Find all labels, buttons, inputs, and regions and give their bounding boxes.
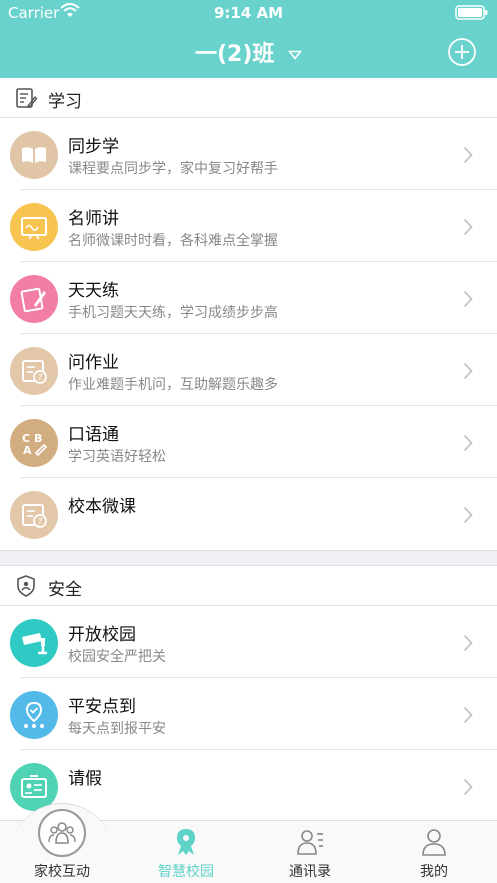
section-title: 学习 — [48, 92, 82, 112]
item-title: 校本微课 — [68, 497, 136, 517]
section-header-safety: 安全 — [0, 566, 497, 606]
item-subtitle: 校园安全严把关 — [68, 649, 166, 665]
tab-smart-campus[interactable]: 智慧校园 — [124, 821, 248, 883]
alphabet-blocks-icon: C B A — [10, 419, 58, 467]
list-item-daily-practice[interactable]: 天天练 手机习题天天练，学习成绩步步高 — [0, 262, 497, 334]
list-item-open-campus[interactable]: 开放校园 校园安全严把关 — [0, 606, 497, 678]
chevron-right-icon — [463, 506, 473, 524]
add-circle-icon[interactable] — [447, 37, 477, 67]
location-check-icon — [10, 691, 58, 739]
tab-home-school[interactable]: 家校互动 — [0, 803, 124, 883]
nav-bar: 一(2)班 — [0, 26, 497, 78]
chevron-right-icon — [463, 290, 473, 308]
campus-icon — [177, 829, 195, 855]
homework-question-icon: ? — [10, 347, 58, 395]
section-title: 安全 — [48, 580, 82, 600]
chevron-right-icon — [463, 362, 473, 380]
item-subtitle: 学习英语好轻松 — [68, 449, 166, 465]
tab-label: 智慧校园 — [158, 864, 214, 880]
shield-icon — [17, 575, 35, 597]
item-title: 平安点到 — [68, 697, 136, 717]
item-subtitle: 每天点到报平安 — [68, 721, 166, 737]
chevron-right-icon — [463, 706, 473, 724]
blackboard-icon — [10, 203, 58, 251]
contacts-icon — [297, 830, 323, 855]
tab-label: 家校互动 — [34, 864, 90, 880]
svg-text:?: ? — [38, 374, 43, 384]
safety-section: 安全 开放校园 校园安全严把关 平安点到 每天点到报平安 请假 — [0, 566, 497, 820]
list-item-oral-english[interactable]: C B A 口语通 学习英语好轻松 — [0, 406, 497, 478]
tab-mine[interactable]: 我的 — [372, 821, 496, 883]
item-title: 天天练 — [68, 281, 119, 301]
item-title: 问作业 — [68, 353, 119, 373]
svg-text:?: ? — [38, 518, 43, 528]
page-title: 一(2)班 — [194, 42, 275, 67]
item-title: 同步学 — [68, 137, 119, 157]
item-title: 请假 — [68, 769, 102, 789]
item-subtitle: 名师微课时时看，各科难点全掌握 — [68, 233, 278, 249]
content-list[interactable]: 学习 同步学 课程要点同步学，家中复习好帮手 名师讲 名师微课时时看，各科难点全… — [0, 78, 497, 820]
class-selector[interactable]: 一(2)班 — [0, 36, 497, 68]
practice-pen-icon — [10, 275, 58, 323]
security-camera-icon — [10, 619, 58, 667]
study-section: 学习 同步学 课程要点同步学，家中复习好帮手 名师讲 名师微课时时看，各科难点全… — [0, 78, 497, 550]
book-icon — [10, 131, 58, 179]
microcourse-icon: ? — [10, 491, 58, 539]
item-subtitle: 作业难题手机问，互助解题乐趣多 — [68, 377, 278, 393]
tab-contacts[interactable]: 通讯录 — [248, 821, 372, 883]
svg-text:A: A — [23, 444, 32, 457]
section-header-study: 学习 — [0, 78, 497, 118]
list-item-teacher-lecture[interactable]: 名师讲 名师微课时时看，各科难点全掌握 — [0, 190, 497, 262]
list-item-sync-study[interactable]: 同步学 课程要点同步学，家中复习好帮手 — [0, 118, 497, 190]
group-icon — [38, 809, 86, 857]
chevron-right-icon — [463, 218, 473, 236]
item-title: 口语通 — [68, 425, 119, 445]
tab-label: 通讯录 — [289, 864, 331, 880]
item-title: 开放校园 — [68, 625, 136, 645]
list-item-ask-homework[interactable]: ? 问作业 作业难题手机问，互助解题乐趣多 — [0, 334, 497, 406]
caret-down-icon — [288, 50, 303, 60]
status-bar: Carrier 9:14 AM — [0, 0, 497, 26]
item-subtitle: 手机习题天天练，学习成绩步步高 — [68, 305, 278, 321]
chevron-right-icon — [463, 434, 473, 452]
status-time: 9:14 AM — [213, 4, 284, 22]
tab-bar: 家校互动 智慧校园 通讯录 我的 — [0, 803, 497, 883]
chevron-right-icon — [463, 634, 473, 652]
notepad-icon — [16, 88, 38, 108]
battery-icon — [455, 5, 488, 20]
item-title: 名师讲 — [68, 209, 119, 229]
chevron-right-icon — [463, 146, 473, 164]
list-item-safe-checkin[interactable]: 平安点到 每天点到报平安 — [0, 678, 497, 750]
list-item-school-microcourse[interactable]: ? 校本微课 — [0, 478, 497, 550]
item-subtitle: 课程要点同步学，家中复习好帮手 — [68, 161, 278, 177]
section-gap — [0, 550, 497, 566]
person-icon — [422, 829, 446, 856]
svg-text:B: B — [34, 432, 42, 445]
chevron-right-icon — [463, 778, 473, 796]
tab-label: 我的 — [420, 864, 448, 880]
